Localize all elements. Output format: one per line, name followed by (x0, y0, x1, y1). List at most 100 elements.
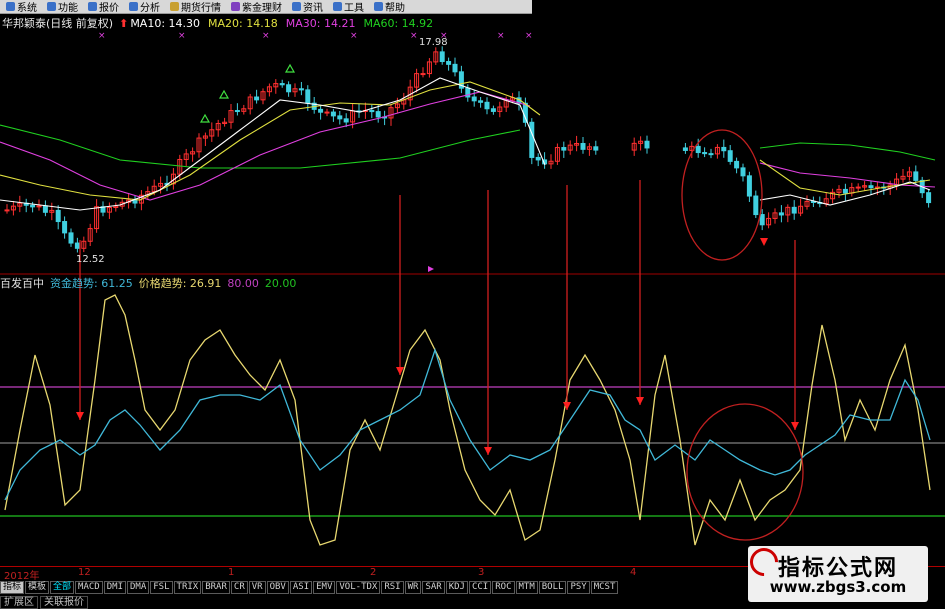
indicator-tab-9[interactable]: CR (230, 581, 248, 594)
candle-body (708, 153, 714, 156)
candle-body (535, 156, 541, 161)
candle-body (439, 51, 445, 63)
candle-body (337, 115, 343, 120)
indicator-tab-21[interactable]: MTM (515, 581, 538, 594)
indicator-tab-17[interactable]: SAR (422, 581, 445, 594)
candle-body (132, 199, 138, 204)
candle-body (868, 185, 874, 189)
top-marker-icon: × (410, 31, 418, 41)
top-marker-icon: × (525, 31, 533, 41)
candle-body (62, 221, 68, 234)
time-label-2: 2 (370, 567, 377, 578)
indicator-tab-10[interactable]: VR (248, 581, 266, 594)
indicator-tab-11[interactable]: OBV (266, 581, 289, 594)
fund-trend-label: 资金趋势: 61.25 (50, 277, 133, 290)
candle-body (580, 142, 586, 150)
candle-body (561, 147, 567, 151)
indicator-tab-23[interactable]: PSY (567, 581, 590, 594)
candlestick-series (4, 46, 932, 253)
high-price-label: 17.98 (419, 37, 448, 48)
candle-body (746, 175, 752, 197)
indicator-tab-3[interactable]: MACD (75, 581, 103, 594)
indicator-header: 百发百中 资金趋势: 61.25 价格趋势: 26.91 80.00 20.00 (0, 276, 302, 291)
buy-signal-icon (218, 89, 230, 99)
time-label-3: 3 (478, 567, 485, 578)
indicator-tab-6[interactable]: FSL (150, 581, 173, 594)
candle-body (420, 73, 426, 76)
candle-body (286, 84, 292, 93)
indicator-tab-12[interactable]: ASI (289, 581, 313, 594)
indicator-name: 百发百中 (0, 277, 44, 290)
candle-body (4, 209, 10, 212)
candle-body (452, 63, 458, 73)
candle-body (234, 110, 240, 113)
bottom-tab-1[interactable]: 关联报价 (40, 596, 88, 609)
bottom-tab-0[interactable]: 扩展区 (0, 596, 38, 609)
indicator-tab-8[interactable]: BRAR (202, 581, 230, 594)
cursor-marker-icon (428, 266, 434, 272)
buy-signal-icon (284, 63, 296, 73)
candle-body (740, 167, 746, 177)
candle-body (74, 242, 80, 249)
candle-body (529, 121, 535, 158)
candle-body (42, 205, 48, 213)
candle-body (913, 171, 919, 181)
top-marker-icon: × (262, 31, 270, 41)
candle-body (778, 212, 784, 216)
candle-body (759, 214, 765, 226)
indicator-tab-2[interactable]: 全部 (50, 581, 75, 594)
indicator-tab-5[interactable]: DMA (127, 581, 150, 594)
time-label-year: 2012年 (4, 571, 40, 582)
down-arrow-icon (484, 447, 492, 455)
top-marker-icon: × (98, 31, 106, 41)
candle-body (30, 204, 36, 208)
candle-body (753, 195, 759, 216)
candle-body (330, 111, 336, 117)
time-label-4: 4 (630, 567, 637, 578)
candle-body (644, 140, 650, 149)
candle-body (842, 188, 848, 194)
indicator-tab-7[interactable]: TRIX (173, 581, 202, 594)
indicator-tab-13[interactable]: EMV (313, 581, 336, 594)
level20-label: 20.00 (264, 276, 297, 290)
time-label-12: 12 (78, 567, 91, 578)
watermark-logo: 指标公式网 www.zbgs3.com (744, 542, 928, 602)
candle-body (369, 109, 375, 113)
indicator-tab-14[interactable]: VOL-TDX (336, 581, 381, 594)
fund-trend-line (4, 347, 931, 501)
indicator-tab-24[interactable]: MCST (590, 581, 619, 594)
candle-body (375, 111, 381, 118)
candle-body (318, 108, 324, 113)
moving-average-line (0, 124, 521, 169)
candle-body (695, 145, 701, 154)
candle-body (721, 146, 727, 152)
candle-body (522, 102, 528, 123)
candle-body (279, 83, 285, 86)
low-price-label: 12.52 (76, 254, 105, 265)
indicator-tab-1[interactable]: 模板 (25, 581, 50, 594)
candle-body (478, 100, 484, 103)
time-label-1: 1 (228, 567, 235, 578)
top-marker-icon: × (350, 31, 358, 41)
candle-body (446, 61, 452, 65)
candle-body (702, 152, 708, 155)
candle-body (490, 108, 496, 112)
indicator-tab-4[interactable]: DMI (103, 581, 126, 594)
moving-average-line (0, 81, 541, 201)
candle-body (855, 186, 861, 189)
moving-average-line (759, 142, 936, 161)
indicator-tab-20[interactable]: ROC (492, 581, 515, 594)
indicator-tab-18[interactable]: KDJ (445, 581, 468, 594)
buy-signal-icon (199, 113, 211, 123)
indicator-tab-0[interactable]: 指标 (0, 581, 25, 594)
indicator-tab-19[interactable]: CCI (468, 581, 492, 594)
candle-body (471, 96, 477, 102)
indicator-tab-15[interactable]: RSI (381, 581, 404, 594)
indicator-tab-16[interactable]: WR (404, 581, 422, 594)
candle-body (926, 192, 932, 204)
sell-signal-icon (760, 238, 768, 246)
candle-body (791, 206, 797, 214)
candle-body (298, 88, 304, 91)
indicator-tab-22[interactable]: BOLL (538, 581, 567, 594)
candle-body (55, 209, 61, 223)
